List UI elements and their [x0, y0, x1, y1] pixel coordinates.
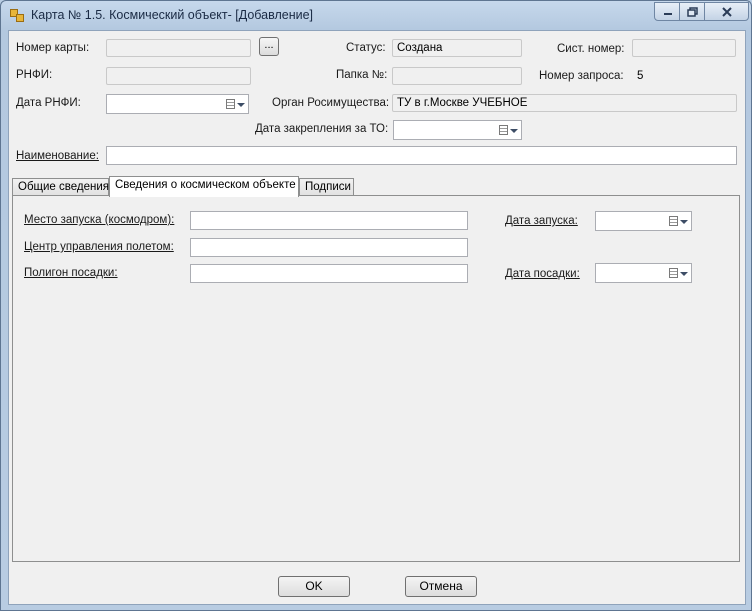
landing-date-picker[interactable] [595, 263, 692, 283]
request-number-field: 5 [637, 70, 644, 82]
card-number-label: Номер карты: [16, 42, 90, 54]
request-number-label: Номер запроса: [539, 70, 624, 82]
landing-site-input[interactable] [190, 264, 468, 283]
tab-space-object[interactable]: Сведения о космическом объекте [109, 176, 299, 197]
app-icon [10, 9, 24, 22]
dialog-client-area: Номер карты: ... Статус: Создана Сист. н… [8, 30, 746, 605]
assign-date-picker[interactable] [393, 120, 522, 140]
window-title: Карта № 1.5. Космический объект- [Добавл… [31, 8, 314, 22]
dialog-window: Карта № 1.5. Космический объект- [Добавл… [0, 0, 752, 611]
ok-button[interactable]: OK [278, 576, 350, 597]
browse-button[interactable]: ... [259, 37, 279, 56]
organ-field: ТУ в г.Москве УЧЕБНОЕ [392, 94, 737, 112]
sys-number-label: Сист. номер: [557, 43, 625, 55]
restore-button[interactable] [679, 2, 706, 21]
status-field: Создана [392, 39, 522, 57]
tab-panel-space-object: Место запуска (космодром): Дата запуска:… [12, 195, 740, 562]
sys-number-field [632, 39, 736, 57]
assign-date-label: Дата закрепления за ТО: [255, 123, 389, 135]
landing-date-label: Дата посадки: [505, 268, 580, 280]
folder-field [392, 67, 522, 85]
flight-center-label: Центр управления полетом: [24, 241, 174, 253]
rnfi-date-picker[interactable] [106, 94, 249, 114]
launch-site-label: Место запуска (космодром): [24, 214, 175, 226]
chevron-down-icon [680, 272, 688, 276]
name-label: Наименование: [16, 150, 99, 162]
calendar-icon [669, 268, 678, 278]
minimize-button[interactable] [654, 2, 681, 21]
folder-label: Папка №: [336, 69, 388, 81]
calendar-icon [226, 99, 235, 109]
tab-general[interactable]: Общие сведения [12, 178, 109, 195]
rnfi-date-label: Дата РНФИ: [16, 97, 81, 109]
chevron-down-icon [510, 129, 518, 133]
launch-date-label: Дата запуска: [505, 215, 578, 227]
launch-date-picker[interactable] [595, 211, 692, 231]
close-icon [721, 6, 732, 17]
status-label: Статус: [346, 42, 386, 54]
calendar-icon [669, 216, 678, 226]
cancel-button[interactable]: Отмена [405, 576, 477, 597]
landing-site-label: Полигон посадки: [24, 267, 118, 279]
rnfi-field [106, 67, 251, 85]
calendar-icon [499, 125, 508, 135]
tab-signatures[interactable]: Подписи [299, 178, 354, 195]
close-button[interactable] [704, 2, 749, 21]
launch-site-input[interactable] [190, 211, 468, 230]
chevron-down-icon [680, 220, 688, 224]
title-bar[interactable]: Карта № 1.5. Космический объект- [Добавл… [1, 1, 751, 29]
card-number-field[interactable] [106, 39, 251, 57]
flight-center-input[interactable] [190, 238, 468, 257]
chevron-down-icon [237, 103, 245, 107]
organ-label: Орган Росимущества: [272, 97, 390, 109]
restore-icon [686, 6, 698, 17]
rnfi-label: РНФИ: [16, 69, 53, 81]
name-input[interactable] [106, 146, 737, 165]
minimize-icon [663, 12, 672, 15]
